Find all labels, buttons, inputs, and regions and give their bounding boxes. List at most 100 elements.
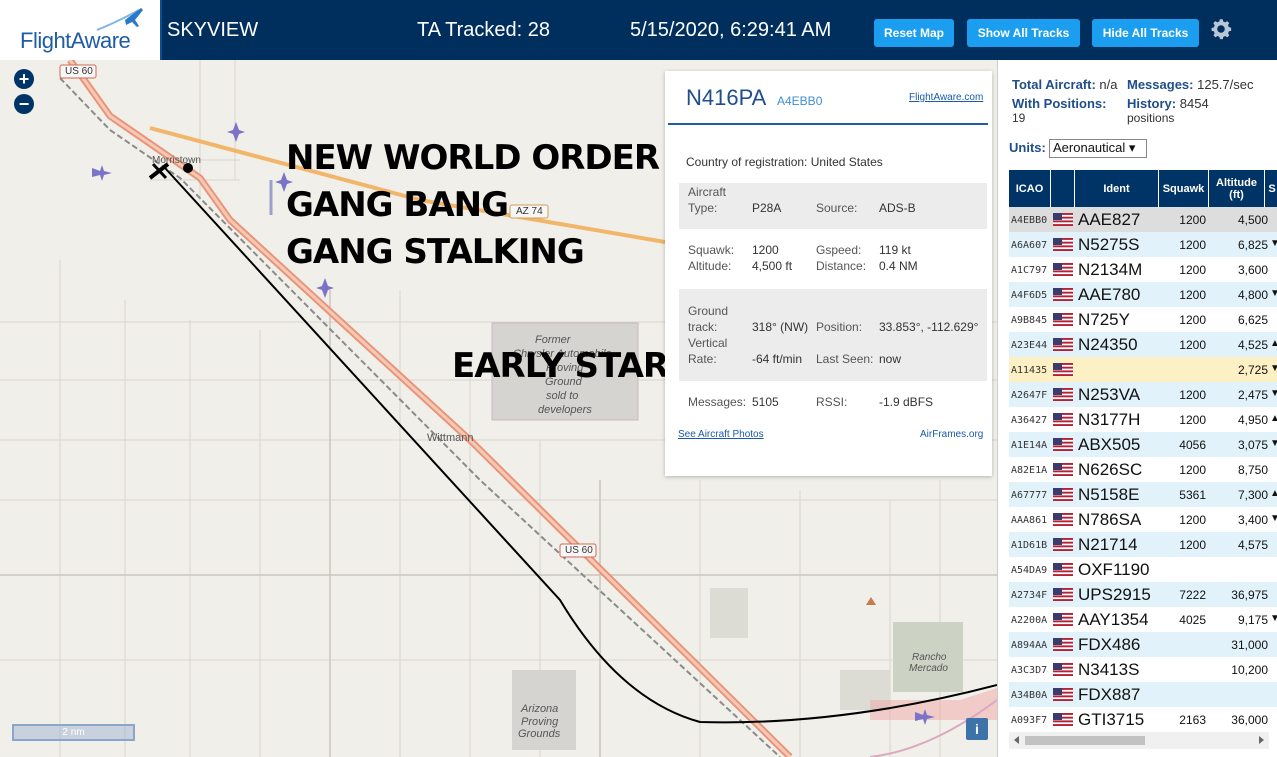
table-row[interactable]: A6A607 N5275S 1200 6,825▼ xyxy=(1009,232,1277,257)
units-select[interactable]: Aeronautical ▾ xyxy=(1049,139,1147,158)
us-flag-icon xyxy=(1053,688,1073,701)
row-icao: A23E44 xyxy=(1011,340,1048,351)
row-altitude: 2,475 xyxy=(1237,388,1268,402)
area-arizona-label-1: Arizona xyxy=(521,703,559,715)
table-row[interactable]: A67777 N5158E 5361 7,300▲ xyxy=(1009,482,1277,507)
col-flag[interactable] xyxy=(1051,170,1075,207)
row-trend-arrow: ▼ xyxy=(1270,288,1277,299)
units-label: Units: xyxy=(1009,140,1046,155)
popup-position-label: Position: xyxy=(816,320,863,334)
col-icao[interactable]: ICAO xyxy=(1009,170,1051,207)
row-trend-arrow: ▼ xyxy=(1270,363,1277,374)
table-row[interactable]: A36427 N3177H 1200 4,950▲ xyxy=(1009,407,1277,432)
us-flag-icon xyxy=(1053,313,1073,326)
table-row[interactable]: A11435 2,725▼ xyxy=(1009,357,1277,382)
row-trend-arrow: ▼ xyxy=(1270,238,1277,249)
row-ident: N3177H xyxy=(1078,410,1141,429)
table-row[interactable]: A34B0A FDX887 xyxy=(1009,682,1277,707)
row-trend-arrow: ▲ xyxy=(1270,413,1277,424)
us-flag-icon xyxy=(1053,438,1073,451)
overlay-text-early-start: EARLY START xyxy=(452,346,690,386)
table-row[interactable]: A54DA9 OXF1190 xyxy=(1009,557,1277,582)
popup-ground-label-1: Ground xyxy=(688,304,729,318)
table-row[interactable]: A1D61B N21714 1200 4,575 xyxy=(1009,532,1277,557)
col-ident[interactable]: Ident xyxy=(1075,170,1159,207)
row-ident: N21714 xyxy=(1078,535,1138,554)
us-flag-icon xyxy=(1053,488,1073,501)
table-row[interactable]: A093F7 GTI3715 2163 36,000 xyxy=(1009,707,1277,732)
zoom-out-button[interactable]: − xyxy=(14,94,34,114)
table-row[interactable]: A4EBB0 AAE827 1200 4,500 xyxy=(1009,207,1277,232)
row-icao: A1D61B xyxy=(1011,540,1048,551)
col-speed[interactable]: S xyxy=(1265,170,1277,207)
table-row[interactable]: A1E14A ABX505 4056 3,075▼ xyxy=(1009,432,1277,457)
popup-block-squawk: Squawk: 1200 Gspeed: 119 kt Altitude: 4,… xyxy=(679,241,987,281)
us-flag-icon xyxy=(1053,413,1073,426)
table-horizontal-scrollbar[interactable] xyxy=(1009,732,1269,749)
table-row[interactable]: A82E1A N626SC 1200 8,750 xyxy=(1009,457,1277,482)
route-badge-us60-top: US 60 xyxy=(65,66,93,77)
row-icao: A2734F xyxy=(1011,590,1048,601)
aircraft-table-header: ICAO Ident Squawk Altitude (ft) S xyxy=(1009,170,1277,207)
map-info-button[interactable]: i xyxy=(966,718,988,740)
table-row[interactable]: A9B845 N725Y 1200 6,625 xyxy=(1009,307,1277,332)
row-squawk: 1200 xyxy=(1179,538,1206,552)
show-all-tracks-button[interactable]: Show All Tracks xyxy=(967,19,1080,47)
table-row[interactable]: A2647F N253VA 1200 2,475▼ xyxy=(1009,382,1277,407)
table-row[interactable]: A1C797 N2134M 1200 3,600 xyxy=(1009,257,1277,282)
see-aircraft-photos-link[interactable]: See Aircraft Photos xyxy=(678,429,764,440)
us-flag-icon xyxy=(1053,563,1073,576)
us-flag-icon xyxy=(1053,463,1073,476)
popup-flightaware-link[interactable]: FlightAware.com xyxy=(909,92,983,103)
stat-history-label: History: xyxy=(1127,96,1177,111)
settings-gear-icon[interactable] xyxy=(1208,16,1234,42)
row-squawk: 1200 xyxy=(1179,513,1206,527)
us-flag-icon xyxy=(1053,638,1073,651)
popup-squawk-label: Squawk: xyxy=(688,243,735,257)
table-row[interactable]: A4F6D5 AAE780 1200 4,800▼ xyxy=(1009,282,1277,307)
row-squawk: 1200 xyxy=(1179,463,1206,477)
overlay-text-line-1: NEW WORLD ORDER xyxy=(286,138,660,178)
flightaware-logo[interactable]: FlightAware xyxy=(0,0,162,60)
table-row[interactable]: AAA861 N786SA 1200 3,400▼ xyxy=(1009,507,1277,532)
aircraft-sidebar: Total Aircraft: n/a Messages: 125.7/sec … xyxy=(997,60,1277,757)
map-scale-bar: 2 nm xyxy=(12,724,135,741)
popup-country-label: Country of registration: xyxy=(686,155,808,169)
row-icao: A6A607 xyxy=(1011,240,1048,251)
row-trend-arrow: ▼ xyxy=(1270,388,1277,399)
stat-history-unit: positions xyxy=(1127,111,1175,125)
row-icao: A54DA9 xyxy=(1011,565,1048,576)
row-icao: A3C3D7 xyxy=(1011,665,1048,676)
popup-vertical-rate: -64 ft/min xyxy=(752,352,803,366)
row-squawk: 1200 xyxy=(1179,263,1206,277)
popup-country-value: United States xyxy=(810,155,883,169)
us-flag-icon xyxy=(1053,613,1073,626)
table-row[interactable]: A3C3D7 N3413S 10,200 xyxy=(1009,657,1277,682)
row-altitude: 6,625 xyxy=(1237,313,1268,327)
popup-aircraft-type: P28A xyxy=(752,201,782,215)
popup-country-row: Country of registration: United States xyxy=(686,155,883,169)
table-row[interactable]: A23E44 N24350 1200 4,525▲ xyxy=(1009,332,1277,357)
table-row[interactable]: A894AA FDX486 31,000 xyxy=(1009,632,1277,657)
row-altitude: 3,400 xyxy=(1237,513,1268,527)
row-icao: A36427 xyxy=(1011,415,1048,426)
row-ident: GTI3715 xyxy=(1078,710,1145,729)
route-badge-az74: AZ 74 xyxy=(516,206,543,217)
row-icao: A34B0A xyxy=(1011,690,1048,701)
stat-messages-label: Messages: xyxy=(1127,77,1194,92)
table-row[interactable]: A2734F UPS2915 7222 36,975 xyxy=(1009,582,1277,607)
table-row[interactable]: A2200A AAY1354 4025 9,175▼ xyxy=(1009,607,1277,632)
row-squawk: 1200 xyxy=(1179,213,1206,227)
row-altitude: 9,175 xyxy=(1237,613,1268,627)
row-ident: N725Y xyxy=(1078,310,1130,329)
zoom-in-button[interactable]: + xyxy=(14,69,34,89)
col-squawk[interactable]: Squawk xyxy=(1159,170,1209,207)
row-ident: AAE827 xyxy=(1078,210,1141,229)
us-flag-icon xyxy=(1053,513,1073,526)
hide-all-tracks-button[interactable]: Hide All Tracks xyxy=(1092,19,1199,47)
col-altitude[interactable]: Altitude (ft) xyxy=(1209,170,1265,207)
reset-map-button[interactable]: Reset Map xyxy=(874,19,954,47)
row-ident: AAY1354 xyxy=(1078,610,1149,629)
area-rancho-label-2: Mercado xyxy=(909,663,948,674)
airframes-link[interactable]: AirFrames.org xyxy=(920,429,983,440)
